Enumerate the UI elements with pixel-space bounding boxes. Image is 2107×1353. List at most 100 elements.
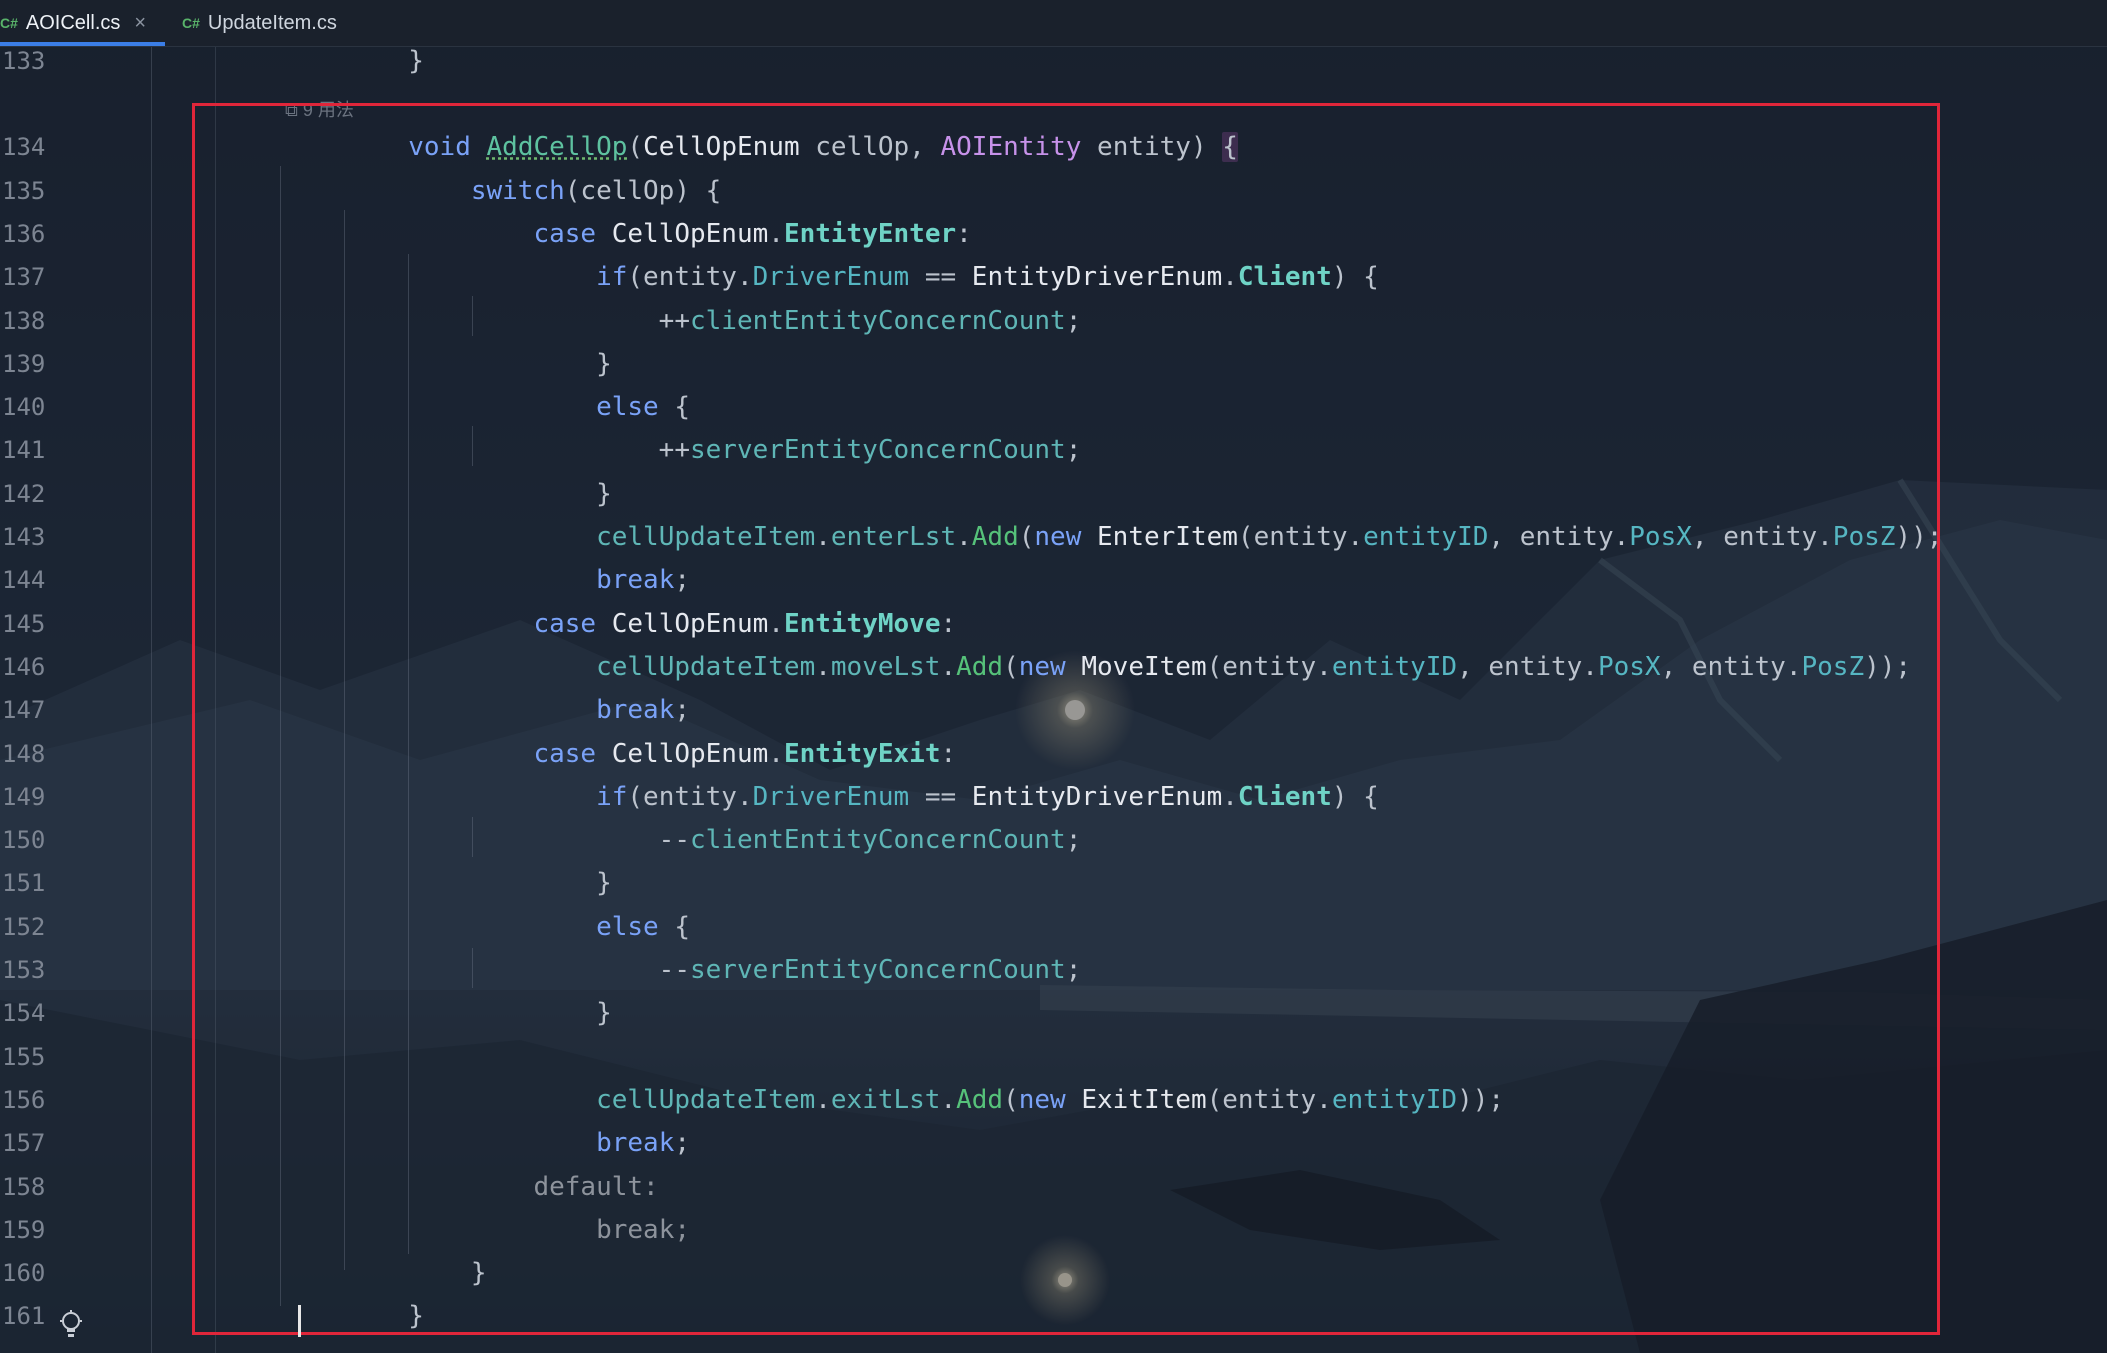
code-line[interactable]: 150 --clientEntityConcernCount; bbox=[0, 819, 2107, 862]
code-token: if bbox=[596, 781, 628, 812]
code-token: ) { bbox=[1331, 262, 1379, 293]
code-line[interactable]: 139 } bbox=[0, 343, 2107, 386]
line-number: 144 bbox=[2, 566, 46, 595]
code-token: )); bbox=[1457, 1084, 1505, 1115]
code-line[interactable]: 145 case CellOpEnum.EntityMove: bbox=[0, 603, 2107, 646]
code-text: cellUpdateItem.enterLst.Add(new EnterIte… bbox=[283, 516, 1942, 559]
code-text: } bbox=[283, 862, 612, 905]
code-line[interactable]: 157 break; bbox=[0, 1122, 2107, 1165]
code-token: clientEntityConcernCount bbox=[690, 825, 1066, 856]
line-number: 152 bbox=[2, 912, 46, 941]
code-token: . bbox=[768, 608, 784, 639]
code-token: entityID bbox=[1363, 522, 1489, 552]
code-text: --serverEntityConcernCount; bbox=[283, 949, 1082, 992]
code-line[interactable]: 154 } bbox=[0, 992, 2107, 1035]
code-line[interactable]: 142 } bbox=[0, 473, 2107, 516]
code-line[interactable]: 161 } bbox=[0, 1295, 2107, 1338]
code-line[interactable]: 155 bbox=[0, 1036, 2107, 1079]
code-token: AOIEntity bbox=[940, 132, 1082, 163]
code-token: (cellOp) { bbox=[564, 175, 722, 206]
code-line[interactable]: 135 switch(cellOp) { bbox=[0, 170, 2107, 213]
code-token: )); bbox=[1864, 651, 1912, 682]
code-line[interactable]: 147 break; bbox=[0, 689, 2107, 732]
code-text: ++clientEntityConcernCount; bbox=[283, 300, 1082, 343]
code-line[interactable]: 136 case CellOpEnum.EntityEnter: bbox=[0, 213, 2107, 256]
code-line[interactable]: 152 else { bbox=[0, 906, 2107, 949]
code-line[interactable]: 144 break; bbox=[0, 559, 2107, 602]
code-token: CellOpEnum bbox=[611, 738, 769, 769]
code-token: . bbox=[1222, 262, 1238, 293]
code-editor[interactable]: 133 } 134 void AddCellOp(CellOpEnum cellO… bbox=[0, 0, 2107, 1353]
code-token: (entity. bbox=[1206, 1084, 1332, 1115]
line-number: 157 bbox=[2, 1129, 46, 1158]
code-line[interactable]: 140 else { bbox=[0, 386, 2107, 429]
code-line[interactable]: 134 void AddCellOp(CellOpEnum cellOp, AO… bbox=[0, 126, 2107, 169]
tab-aoicell[interactable]: C# AOICell.cs × bbox=[0, 0, 165, 46]
code-line[interactable]: 156 cellUpdateItem.exitLst.Add(new ExitI… bbox=[0, 1079, 2107, 1122]
code-token: new bbox=[1018, 1084, 1066, 1115]
code-token: (entity. bbox=[627, 262, 753, 293]
code-line[interactable]: 143 cellUpdateItem.enterLst.Add(new Ente… bbox=[0, 516, 2107, 559]
code-token: } bbox=[283, 1258, 487, 1289]
code-token: -- bbox=[283, 955, 690, 985]
code-token: clientEntityConcernCount bbox=[690, 305, 1066, 336]
code-text: } bbox=[283, 1295, 424, 1338]
code-line[interactable]: 151 } bbox=[0, 862, 2107, 905]
editor-tab-bar: C# AOICell.cs × C# UpdateItem.cs bbox=[0, 0, 2107, 47]
code-line[interactable]: 141 ++serverEntityConcernCount; bbox=[0, 429, 2107, 472]
code-token: , entity. bbox=[1488, 522, 1630, 552]
code-text: if(entity.DriverEnum == EntityDriverEnum… bbox=[283, 256, 1379, 299]
code-token: (entity. bbox=[1237, 522, 1364, 552]
code-token: } bbox=[283, 348, 612, 379]
code-token: EnterItem bbox=[1097, 522, 1238, 552]
code-token: ; bbox=[674, 1128, 691, 1159]
code-token: MoveItem bbox=[1081, 651, 1207, 682]
code-token: ExitItem bbox=[1081, 1084, 1207, 1115]
code-token: if bbox=[596, 262, 628, 293]
code-token: == bbox=[909, 781, 972, 812]
code-token: EntityEnter bbox=[783, 218, 957, 249]
code-line[interactable]: 137 if(entity.DriverEnum == EntityDriver… bbox=[0, 256, 2107, 299]
code-line[interactable]: 153 --serverEntityConcernCount; bbox=[0, 949, 2107, 992]
code-token: entityID bbox=[1331, 1084, 1458, 1115]
code-line[interactable]: 148 case CellOpEnum.EntityExit: bbox=[0, 733, 2107, 776]
code-line[interactable]: 149 if(entity.DriverEnum == EntityDriver… bbox=[0, 776, 2107, 819]
code-token: Add bbox=[956, 651, 1004, 682]
code-token: { bbox=[658, 911, 691, 942]
code-line[interactable]: 159 break; bbox=[0, 1209, 2107, 1252]
code-line[interactable]: 158 default: bbox=[0, 1166, 2107, 1209]
code-token: PosX bbox=[1597, 651, 1661, 682]
line-number: 139 bbox=[2, 349, 46, 378]
tab-updateitem[interactable]: C# UpdateItem.cs bbox=[182, 0, 337, 46]
line-number: 137 bbox=[2, 263, 46, 292]
code-token: EntityDriverEnum bbox=[971, 781, 1223, 812]
code-token: PosZ bbox=[1801, 651, 1865, 682]
code-token: CellOpEnum bbox=[611, 218, 769, 249]
code-token: new bbox=[1034, 522, 1082, 552]
code-token: ) { bbox=[1331, 781, 1379, 812]
code-token: . bbox=[815, 522, 831, 552]
line-number: 135 bbox=[2, 176, 46, 205]
lightbulb-icon[interactable] bbox=[58, 1310, 84, 1340]
code-line[interactable]: 160 } bbox=[0, 1252, 2107, 1295]
usages-inlay-hint[interactable]: ⧉ 9 用法 bbox=[285, 96, 354, 122]
code-line[interactable]: 146 cellUpdateItem.moveLst.Add(new MoveI… bbox=[0, 646, 2107, 689]
code-text: if(entity.DriverEnum == EntityDriverEnum… bbox=[283, 776, 1379, 819]
close-icon[interactable]: × bbox=[134, 12, 146, 35]
code-text: else { bbox=[283, 906, 690, 949]
code-text: --clientEntityConcernCount; bbox=[283, 819, 1082, 862]
code-token: , entity. bbox=[1691, 522, 1833, 552]
code-token: CellOpEnum bbox=[611, 608, 769, 639]
code-line[interactable]: 138 ++clientEntityConcernCount; bbox=[0, 300, 2107, 343]
code-token: . bbox=[815, 1084, 831, 1115]
